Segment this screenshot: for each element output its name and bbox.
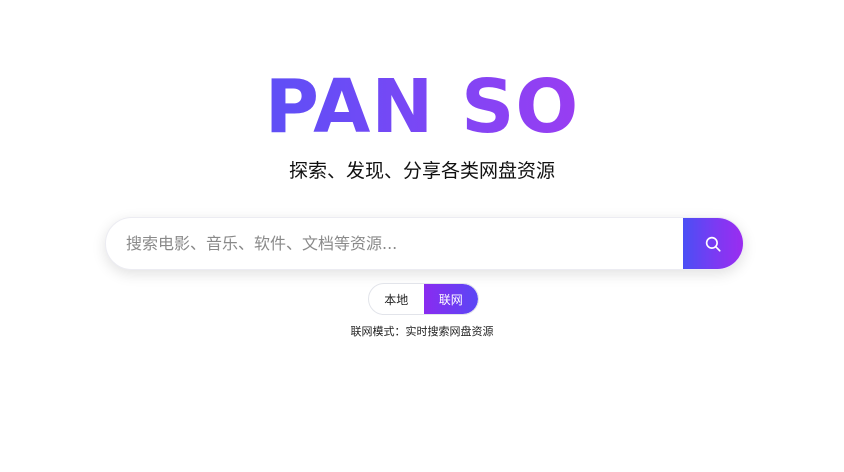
tagline: 探索、发现、分享各类网盘资源 [288,160,555,182]
home-page: PAN SO 探索、发现、分享各类网盘资源 本地 联网 联网模式：实时搜索网盘资… [0,0,844,472]
search-input[interactable] [106,218,684,269]
mode-local-button[interactable]: 本地 [369,284,424,314]
mode-description: 联网模式：实时搜索网盘资源 [350,325,494,338]
mode-online-button[interactable]: 联网 [423,284,478,314]
site-logo: PAN SO [0,62,844,152]
search-mode-toggle: 本地 联网 [368,283,479,315]
search-bar [105,217,744,270]
search-icon [705,236,721,252]
search-button[interactable] [683,218,743,269]
